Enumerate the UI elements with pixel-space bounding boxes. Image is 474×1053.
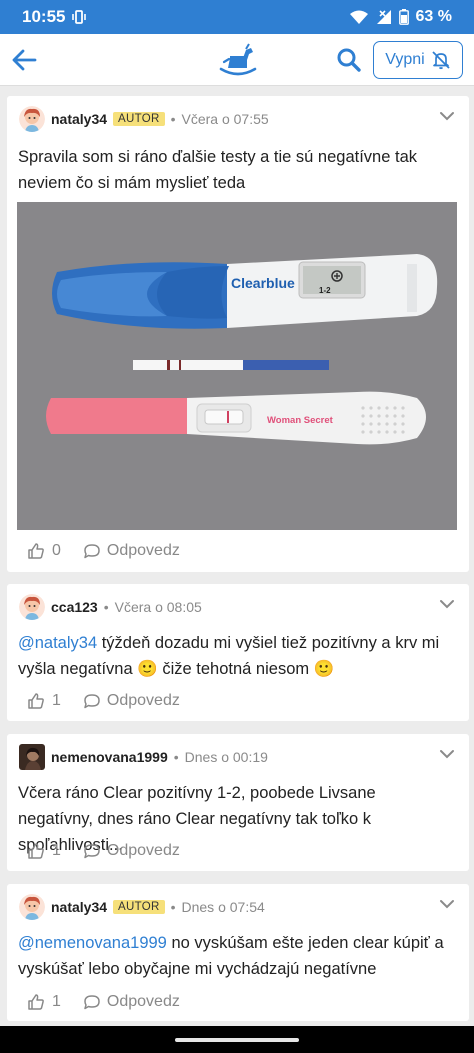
user-mention[interactable]: @nemenovana1999 [18, 934, 167, 952]
post-photo[interactable]: Clearblue 1-2 Woman Secret [17, 202, 457, 530]
rocking-horse-logo [219, 43, 257, 76]
post-card: nataly34 AUTOR • Včera o 07:55 Spravila … [7, 96, 469, 572]
like-count: 1 [52, 842, 61, 859]
post-card: nataly34 AUTOR • Dnes o 07:54 @nemenovan… [7, 884, 469, 1021]
chevron-down-icon[interactable] [439, 598, 455, 610]
post-card: nemenovana1999 • Dnes o 00:19 Včera ráno… [7, 734, 469, 871]
post-actions: 1 Odpovedz [27, 991, 180, 1013]
system-navigation-bar [0, 1026, 474, 1053]
speech-bubble-icon [84, 694, 100, 709]
post-actions: 1 Odpovedz [27, 690, 180, 712]
search-icon[interactable] [336, 47, 362, 73]
avatar [19, 594, 45, 620]
reply-label: Odpovedz [106, 542, 180, 559]
dot-separator: • [170, 111, 176, 127]
like-count: 0 [52, 542, 61, 559]
reply-button[interactable]: Odpovedz [83, 692, 180, 710]
thumbs-up-icon [28, 994, 44, 1010]
like-count: 1 [52, 993, 61, 1010]
chevron-down-icon[interactable] [439, 898, 455, 910]
author-name[interactable]: cca123 [51, 599, 98, 615]
photo-brand-woman-secret: Woman Secret [267, 415, 334, 426]
avatar [19, 894, 45, 920]
reply-label: Odpovedz [106, 993, 180, 1010]
post-time: Včera o 07:55 [181, 111, 269, 127]
user-mention[interactable]: @nataly34 [18, 634, 97, 652]
post-header: cca123 • Včera o 08:05 [19, 594, 459, 620]
like-count: 1 [52, 692, 61, 709]
like-button[interactable]: 1 [27, 692, 61, 710]
bell-off-icon [432, 51, 450, 70]
author-badge: AUTOR [113, 900, 165, 914]
post-actions: 0 Odpovedz [27, 540, 180, 562]
post-card: cca123 • Včera o 08:05 @nataly34 týždeň … [7, 584, 469, 721]
reply-label: Odpovedz [106, 692, 180, 709]
post-text: @nataly34 týždeň dozadu mi vyšiel tiež p… [18, 630, 451, 682]
author-badge: AUTOR [113, 112, 165, 126]
chevron-down-icon[interactable] [439, 110, 455, 122]
like-button[interactable]: 1 [27, 993, 61, 1011]
reply-button[interactable]: Odpovedz [83, 542, 180, 560]
signal-icon [376, 10, 391, 24]
thumbs-up-icon [28, 843, 44, 859]
battery-icon [398, 9, 409, 25]
photo-display-text: 1-2 [319, 286, 331, 295]
mute-button-label: Vypni [385, 51, 425, 68]
dot-separator: • [173, 749, 179, 765]
thumbs-up-icon [28, 543, 44, 559]
battery-level: 63 % [415, 8, 452, 25]
author-name[interactable]: nataly34 [51, 899, 107, 915]
reply-button[interactable]: Odpovedz [83, 842, 180, 860]
back-arrow-icon[interactable] [10, 46, 38, 74]
wifi-icon [349, 10, 368, 24]
vibrate-icon [72, 10, 87, 24]
post-header: nataly34 AUTOR • Včera o 07:55 [19, 106, 459, 132]
post-time: Dnes o 00:19 [184, 749, 268, 765]
avatar [19, 106, 45, 132]
author-name[interactable]: nemenovana1999 [51, 749, 168, 765]
clock: 10:55 [22, 7, 66, 26]
reply-label: Odpovedz [106, 842, 180, 859]
post-text: @nemenovana1999 no vyskúšam ešte jeden c… [18, 930, 451, 982]
home-gesture-handle[interactable] [175, 1038, 299, 1042]
app-bar: Vypni [0, 34, 474, 86]
speech-bubble-icon [84, 844, 100, 859]
chevron-down-icon[interactable] [439, 748, 455, 760]
post-header: nataly34 AUTOR • Dnes o 07:54 [19, 894, 459, 920]
speech-bubble-icon [84, 544, 100, 559]
post-header: nemenovana1999 • Dnes o 00:19 [19, 744, 459, 770]
post-time: Včera o 08:05 [114, 599, 202, 615]
dot-separator: • [170, 899, 176, 915]
speech-bubble-icon [84, 995, 100, 1010]
like-button[interactable]: 0 [27, 542, 61, 560]
status-bar: 10:55 63 % [0, 0, 474, 34]
avatar [19, 744, 45, 770]
post-actions: 1 Odpovedz [27, 840, 180, 862]
thumbs-up-icon [28, 693, 44, 709]
author-name[interactable]: nataly34 [51, 111, 107, 127]
dot-separator: • [103, 599, 109, 615]
post-text: Spravila som si ráno ďalšie testy a tie … [18, 148, 418, 192]
post-time: Dnes o 07:54 [181, 899, 265, 915]
mute-notifications-button[interactable]: Vypni [373, 41, 463, 79]
like-button[interactable]: 1 [27, 842, 61, 860]
photo-brand-clearblue: Clearblue [231, 275, 295, 291]
reply-button[interactable]: Odpovedz [83, 993, 180, 1011]
